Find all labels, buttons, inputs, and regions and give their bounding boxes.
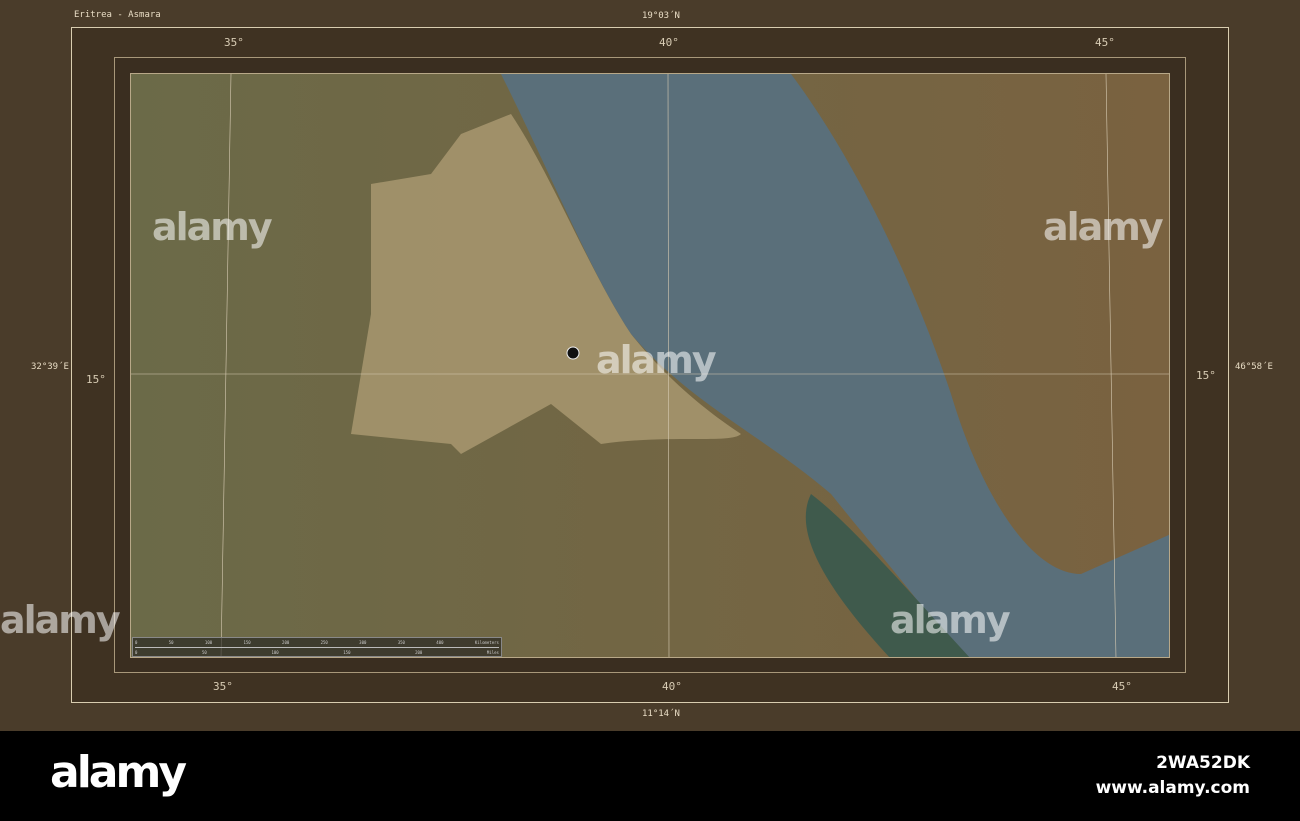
- km-tick: 0: [135, 640, 138, 645]
- mi-tick: 50: [202, 650, 207, 655]
- lon-label-top: 45°: [1095, 36, 1115, 49]
- watermark: alamy: [596, 338, 717, 382]
- lon-label-bottom: 35°: [213, 680, 233, 693]
- km-unit: Kilometers: [474, 640, 499, 645]
- km-tick: 400: [436, 640, 444, 645]
- lon-label-top: 40°: [659, 36, 679, 49]
- lon-label-bottom: 45°: [1112, 680, 1132, 693]
- watermark: alamy: [890, 598, 1011, 642]
- brand-url: www.alamy.com: [1095, 778, 1250, 798]
- brand-logo: alamy: [50, 747, 187, 798]
- km-tick: 200: [282, 640, 290, 645]
- watermark: alamy: [1043, 205, 1164, 249]
- km-tick: 150: [243, 640, 251, 645]
- mi-tick: 100: [271, 650, 279, 655]
- north-bound-label: 19°03´N: [642, 11, 680, 21]
- capital-marker[interactable]: [566, 346, 580, 360]
- mi-tick: 0: [135, 650, 138, 655]
- lat-label-left: 15°: [86, 373, 106, 386]
- mi-unit: Miles: [486, 650, 499, 655]
- mi-tick: 150: [343, 650, 351, 655]
- watermark: alamy: [0, 598, 121, 642]
- east-bound-label: 46°58´E: [1235, 362, 1273, 372]
- scale-bar: 0 50 100 150 200 250 300 350 400 Kilometers 0 50 10…: [132, 637, 502, 657]
- km-tick: 250: [320, 640, 328, 645]
- km-tick: 300: [359, 640, 367, 645]
- km-tick: 100: [204, 640, 213, 645]
- km-tick: 50: [168, 640, 174, 645]
- south-bound-label: 11°14´N: [642, 709, 680, 719]
- map-title: Eritrea - Asmara: [74, 10, 161, 20]
- km-tick: 350: [397, 640, 405, 645]
- lon-label-top: 35°: [224, 36, 244, 49]
- mi-tick: 200: [415, 650, 423, 655]
- lat-label-right: 15°: [1196, 369, 1216, 382]
- watermark: alamy: [152, 205, 273, 249]
- image-id: 2WA52DK: [1156, 753, 1250, 773]
- stock-footer: alamy 2WA52DK www.alamy.com: [0, 731, 1300, 821]
- west-bound-label: 32°39´E: [31, 362, 69, 372]
- lon-label-bottom: 40°: [662, 680, 682, 693]
